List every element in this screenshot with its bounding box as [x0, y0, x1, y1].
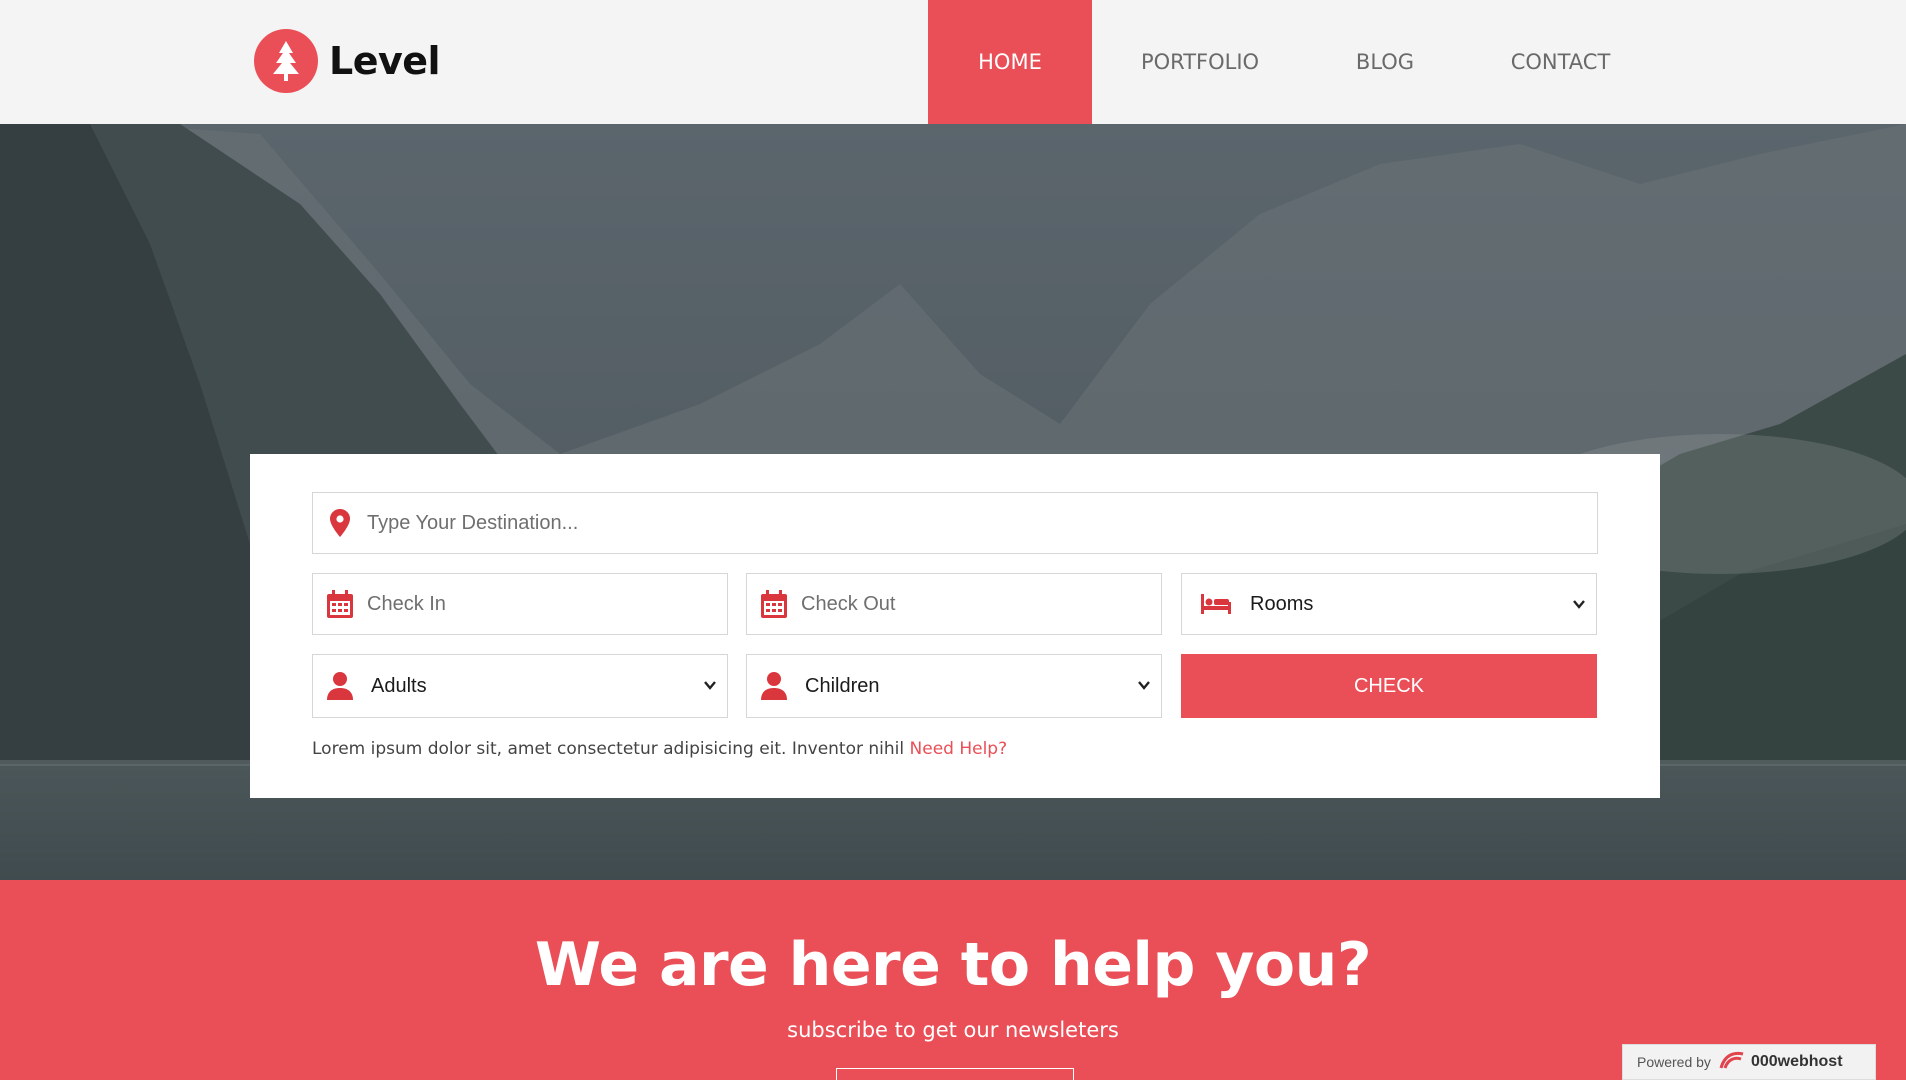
newsletter-title: We are here to help you? [534, 930, 1372, 1000]
children-select[interactable]: Children [746, 654, 1162, 718]
newsletter-subtitle: subscribe to get our newsleters [787, 1018, 1119, 1042]
check-out-placeholder: Check Out [801, 592, 896, 615]
user-icon [747, 672, 801, 700]
logo[interactable]: Level [254, 29, 441, 93]
powered-by-label: Powered by [1637, 1054, 1711, 1070]
chevron-down-icon [703, 678, 717, 697]
calendar-icon [747, 590, 801, 618]
nav-portfolio[interactable]: PORTFOLIO [1092, 0, 1308, 124]
need-help-link[interactable]: Need Help? [910, 739, 1008, 759]
logo-text: Level [329, 39, 441, 83]
nav-contact[interactable]: CONTACT [1462, 0, 1659, 124]
nav-home[interactable]: HOME [928, 0, 1092, 124]
destination-placeholder: Type Your Destination... [367, 511, 579, 534]
adults-select[interactable]: Adults [312, 654, 728, 718]
bed-icon [1182, 594, 1250, 614]
calendar-icon [313, 590, 367, 618]
chevron-down-icon [1572, 597, 1586, 616]
map-pin-icon [313, 509, 367, 537]
check-button[interactable]: CHECK [1181, 654, 1597, 718]
rooms-select[interactable]: Rooms [1181, 573, 1597, 635]
newsletter-section: We are here to help you? subscribe to ge… [0, 880, 1906, 1080]
children-selected: Children [805, 674, 880, 697]
powered-by-badge[interactable]: Powered by 000webhost [1622, 1044, 1876, 1080]
help-text: Lorem ipsum dolor sit, amet consectetur … [312, 739, 1007, 759]
help-description: Lorem ipsum dolor sit, amet consectetur … [312, 739, 910, 759]
tree-icon [254, 29, 318, 93]
check-out-field[interactable]: Check Out [746, 573, 1162, 635]
nav-blog[interactable]: BLOG [1308, 0, 1462, 124]
main-nav: HOME PORTFOLIO BLOG CONTACT [928, 0, 1659, 124]
chevron-down-icon [1137, 678, 1151, 697]
booking-search-card: Type Your Destination... Check In Check … [250, 454, 1660, 798]
check-in-field[interactable]: Check In [312, 573, 728, 635]
site-header: Level HOME PORTFOLIO BLOG CONTACT [0, 0, 1906, 124]
rooms-selected: Rooms [1250, 592, 1314, 615]
webhost-logo-icon [1719, 1050, 1745, 1075]
check-in-placeholder: Check In [367, 592, 446, 615]
adults-selected: Adults [371, 674, 427, 697]
webhost-brand: 000webhost [1750, 1053, 1843, 1070]
email-field[interactable] [836, 1068, 1074, 1080]
user-icon [313, 672, 367, 700]
hero-section: Type Your Destination... Check In Check … [0, 124, 1906, 880]
destination-field[interactable]: Type Your Destination... [312, 492, 1598, 554]
